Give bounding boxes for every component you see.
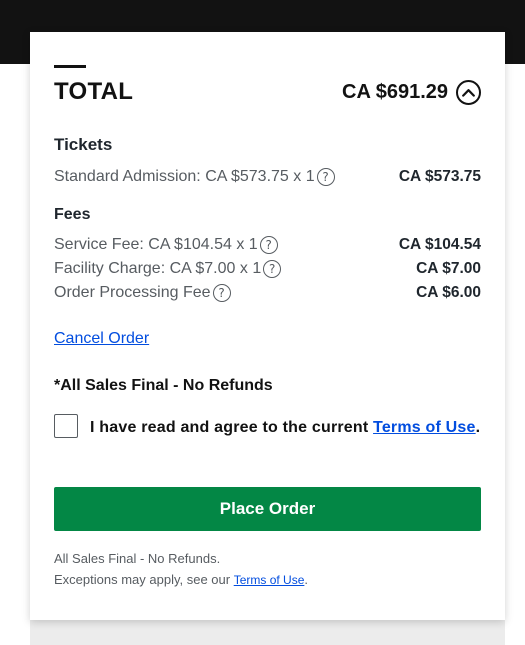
fee-amount: CA $7.00	[416, 260, 481, 277]
fee-label-text: Order Processing Fee	[54, 284, 211, 301]
footer-line-1: All Sales Final - No Refunds.	[54, 551, 221, 566]
chevron-up-icon[interactable]	[456, 79, 481, 105]
terms-agreement-text: I have read and agree to the current Ter…	[90, 416, 480, 440]
footer-suffix: .	[304, 572, 308, 587]
all-sales-final-notice: *All Sales Final - No Refunds	[54, 377, 273, 394]
total-label: TOTAL	[54, 78, 134, 105]
help-icon[interactable]: ?	[263, 260, 282, 278]
ticket-label: Standard Admission: CA $573.75 x 1 ?	[54, 168, 335, 186]
fee-line-service-fee: Service Fee: CA $104.54 x 1 ? CA $104.54	[54, 234, 481, 256]
chevron-up-icon-svg	[462, 88, 475, 97]
footer-notice: All Sales Final - No Refunds. Exceptions…	[54, 548, 481, 591]
fee-label-text: Service Fee: CA $104.54 x 1	[54, 236, 258, 253]
footer-line-2-text: Exceptions may apply, see our	[54, 572, 234, 587]
footer-line-2: Exceptions may apply, see our Terms of U…	[54, 569, 481, 591]
order-summary-card: TOTAL CA $691.29 Tickets Standard Admiss…	[30, 32, 505, 620]
fee-line-order-processing-fee: Order Processing Fee ? CA $6.00	[54, 282, 481, 304]
fees-title: Fees	[54, 206, 91, 223]
background-panel-left	[0, 64, 30, 645]
terms-agreement: I have read and agree to the current Ter…	[54, 414, 481, 440]
ticket-line-standard-admission: Standard Admission: CA $573.75 x 1 ? CA …	[54, 166, 481, 188]
ticket-amount: CA $573.75	[398, 168, 481, 185]
terms-of-use-link[interactable]: Terms of Use	[373, 419, 476, 436]
footer-terms-of-use-link[interactable]: Terms of Use	[234, 573, 305, 587]
background-panel-right	[505, 64, 525, 645]
fee-label: Service Fee: CA $104.54 x 1 ?	[54, 236, 278, 254]
fee-label: Order Processing Fee ?	[54, 284, 231, 302]
terms-agreement-label: I have read and agree to the current	[90, 419, 374, 436]
fee-amount: CA $6.00	[416, 284, 481, 301]
terms-agreement-suffix: .	[475, 419, 481, 436]
fee-amount: CA $104.54	[398, 236, 481, 253]
fee-label: Facility Charge: CA $7.00 x 1 ?	[54, 260, 282, 278]
total-row: TOTAL CA $691.29	[54, 77, 481, 107]
help-icon[interactable]: ?	[259, 236, 278, 254]
terms-checkbox[interactable]	[54, 414, 78, 438]
total-right: CA $691.29	[342, 79, 481, 105]
total-amount: CA $691.29	[342, 80, 448, 103]
tickets-title: Tickets	[54, 135, 113, 154]
header-accent-bar	[54, 65, 86, 68]
cancel-order-link[interactable]: Cancel Order	[54, 330, 149, 348]
fee-label-text: Facility Charge: CA $7.00 x 1	[54, 260, 262, 277]
ticket-label-text: Standard Admission: CA $573.75 x 1	[54, 168, 315, 185]
place-order-button[interactable]: Place Order	[54, 487, 481, 531]
help-icon[interactable]: ?	[212, 284, 231, 302]
fee-line-facility-charge: Facility Charge: CA $7.00 x 1 ? CA $7.00	[54, 258, 481, 280]
help-icon[interactable]: ?	[316, 168, 335, 186]
